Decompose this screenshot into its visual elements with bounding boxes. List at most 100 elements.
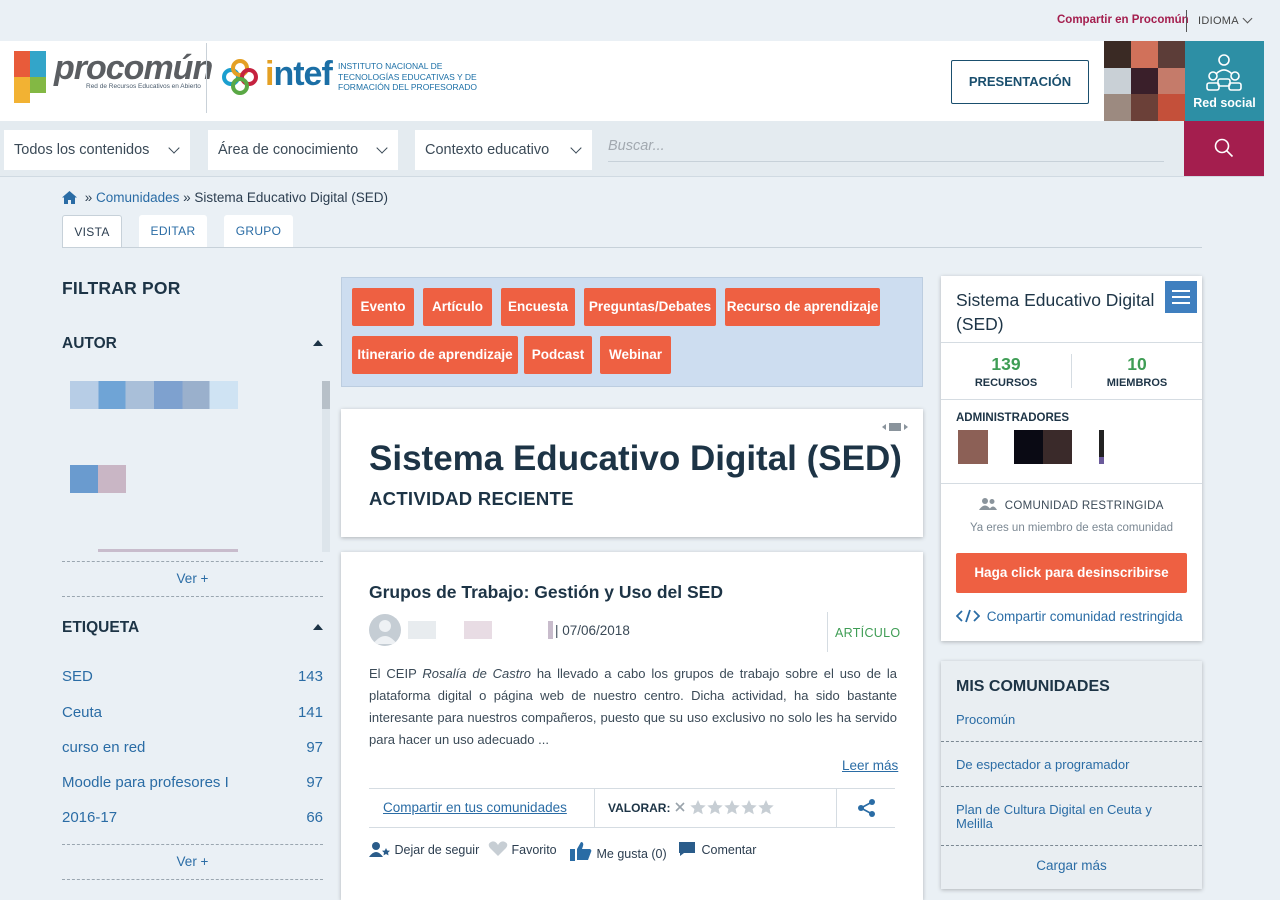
type-button-learning-resource[interactable]: Recurso de aprendizaje: [725, 288, 880, 326]
social-network-label: Red social: [1193, 96, 1256, 110]
scrollbar-thumb[interactable]: [322, 381, 330, 409]
tag-filter-item[interactable]: Moodle para profesores I 97: [62, 774, 323, 791]
post-type-badge[interactable]: ARTÍCULO: [835, 626, 900, 640]
my-community-item[interactable]: De espectador a programador: [941, 758, 1202, 772]
author-name-blurred: [548, 621, 553, 639]
author-avatars-blurred: [98, 549, 238, 552]
community-info-card: Sistema Educativo Digital (SED) 139 RECU…: [941, 276, 1202, 641]
rating-label: VALORAR:: [608, 801, 671, 815]
social-network-button[interactable]: Red social: [1185, 41, 1264, 121]
author-avatars-blurred[interactable]: [70, 465, 126, 493]
group-icon: [979, 498, 998, 510]
menu-button[interactable]: [1165, 281, 1197, 313]
educational-context-select[interactable]: Contexto educativo: [415, 130, 592, 170]
unsubscribe-button[interactable]: Haga click para desinscribirse: [956, 553, 1187, 593]
brand-subtitle: Red de Recursos Educativos en Abierto: [86, 83, 201, 90]
collapse-arrow-icon[interactable]: [313, 340, 323, 346]
tab-grupo[interactable]: GRUPO: [224, 215, 293, 248]
tag-filter-item[interactable]: Ceuta 141: [62, 704, 323, 721]
type-button-article[interactable]: Artículo: [423, 288, 492, 326]
my-communities-card: MIS COMUNIDADES Procomún De espectador a…: [941, 661, 1202, 889]
author-name-blurred[interactable]: [408, 621, 436, 639]
collapse-arrow-icon[interactable]: [313, 624, 323, 630]
share-in-communities-link[interactable]: Compartir en tus comunidades: [383, 800, 567, 815]
chevron-down-icon: [570, 142, 582, 154]
unfollow-button[interactable]: Dejar de seguir: [369, 841, 479, 857]
my-communities-title: MIS COMUNIDADES: [956, 678, 1110, 695]
tab-editar[interactable]: EDITAR: [139, 215, 207, 248]
admin-avatar[interactable]: [958, 430, 988, 464]
post-excerpt: El CEIP Rosalía de Castro ha llevado a c…: [369, 666, 898, 747]
filter-title: FILTRAR POR: [62, 278, 181, 298]
tag-filter-item[interactable]: SED 143: [62, 668, 323, 685]
header: procomún Red de Recursos Educativos en A…: [0, 41, 1264, 121]
resources-stat[interactable]: 139 RECURSOS: [941, 354, 1071, 389]
type-button-survey[interactable]: Encuesta: [501, 288, 575, 326]
tag-filter-item[interactable]: 2016-17 66: [62, 809, 323, 826]
type-button-event[interactable]: Evento: [352, 288, 414, 326]
community-stats: 139 RECURSOS 10 MIEMBROS: [941, 342, 1202, 400]
unfollow-user-icon: [369, 842, 390, 857]
procomun-logo-icon[interactable]: [14, 51, 46, 103]
divider: [941, 741, 1202, 742]
language-label: IDIOMA: [1198, 15, 1239, 27]
divider: [62, 844, 323, 845]
tag-see-more-link[interactable]: Ver +: [62, 854, 323, 869]
search-input[interactable]: [608, 130, 1164, 162]
load-more-link[interactable]: Cargar más: [941, 858, 1202, 873]
divider: [62, 596, 323, 597]
restricted-community-label: COMUNIDAD RESTRINGIDA: [941, 498, 1202, 512]
tag-filter-title[interactable]: ETIQUETA: [62, 619, 139, 637]
author-see-more-link[interactable]: Ver +: [62, 571, 323, 586]
home-icon[interactable]: [62, 191, 77, 207]
user-avatar-mosaic[interactable]: [1104, 41, 1185, 121]
breadcrumb: » Comunidades » Sistema Educativo Digita…: [62, 190, 388, 207]
type-button-learning-itinerary[interactable]: Itinerario de aprendizaje: [352, 336, 518, 374]
search-button[interactable]: [1184, 121, 1264, 176]
divider: [941, 845, 1202, 846]
search-icon: [1214, 138, 1234, 158]
type-button-questions[interactable]: Preguntas/Debates: [584, 288, 716, 326]
knowledge-area-select[interactable]: Área de conocimiento: [208, 130, 398, 170]
breadcrumb-current: Sistema Educativo Digital (SED): [194, 190, 388, 205]
clear-rating-icon: [675, 802, 685, 812]
post-title-link[interactable]: Grupos de Trabajo: Gestión y Uso del SED: [369, 582, 723, 603]
author-avatar[interactable]: [369, 614, 401, 646]
type-button-webinar[interactable]: Webinar: [600, 336, 671, 374]
language-selector[interactable]: IDIOMA: [1198, 13, 1253, 27]
read-more-link[interactable]: Leer más: [842, 758, 898, 773]
breadcrumb-communities-link[interactable]: Comunidades: [96, 190, 179, 205]
favorite-button[interactable]: Favorito: [488, 841, 557, 857]
share-icon[interactable]: [857, 798, 877, 818]
intef-brand[interactable]: intef: [265, 55, 333, 94]
author-name-blurred[interactable]: [464, 621, 492, 639]
contents-select[interactable]: Todos los contenidos: [4, 130, 190, 170]
divider: [941, 483, 1202, 484]
community-header-card: Sistema Educativo Digital (SED) ACTIVIDA…: [341, 409, 923, 537]
community-title: Sistema Educativo Digital (SED): [369, 439, 902, 478]
chevron-down-icon: [168, 142, 180, 154]
admin-avatar[interactable]: [1099, 430, 1104, 464]
share-in-procomun-link[interactable]: Compartir en Procomún: [1057, 14, 1189, 26]
intef-logo-icon: [222, 59, 258, 95]
author-filter-title[interactable]: AUTOR: [62, 335, 117, 353]
chevron-down-icon: [376, 142, 388, 154]
star-icon: [690, 800, 774, 815]
tag-filter-item[interactable]: curso en red 97: [62, 739, 323, 756]
members-stat[interactable]: 10 MIEMBROS: [1072, 354, 1202, 389]
recent-activity-heading: ACTIVIDAD RECIENTE: [369, 488, 574, 509]
my-community-item[interactable]: Procomún: [941, 713, 1202, 727]
like-button[interactable]: Me gusta (0): [569, 841, 667, 861]
expand-icon[interactable]: [881, 421, 909, 433]
admin-avatar[interactable]: [1014, 430, 1072, 464]
tab-vista[interactable]: VISTA: [62, 215, 122, 248]
type-button-podcast[interactable]: Podcast: [524, 336, 592, 374]
author-avatars-blurred[interactable]: [70, 381, 238, 409]
comment-button[interactable]: Comentar: [678, 841, 756, 857]
share-restricted-community-link[interactable]: Compartir comunidad restringida: [955, 609, 1183, 624]
presentation-button[interactable]: PRESENTACIÓN: [951, 60, 1089, 104]
my-community-item[interactable]: Plan de Cultura Digital en Ceuta y Melil…: [941, 803, 1202, 831]
divider: [827, 612, 828, 652]
top-bar: Compartir en Procomún IDIOMA: [0, 0, 1280, 41]
rating-stars[interactable]: [673, 799, 778, 820]
